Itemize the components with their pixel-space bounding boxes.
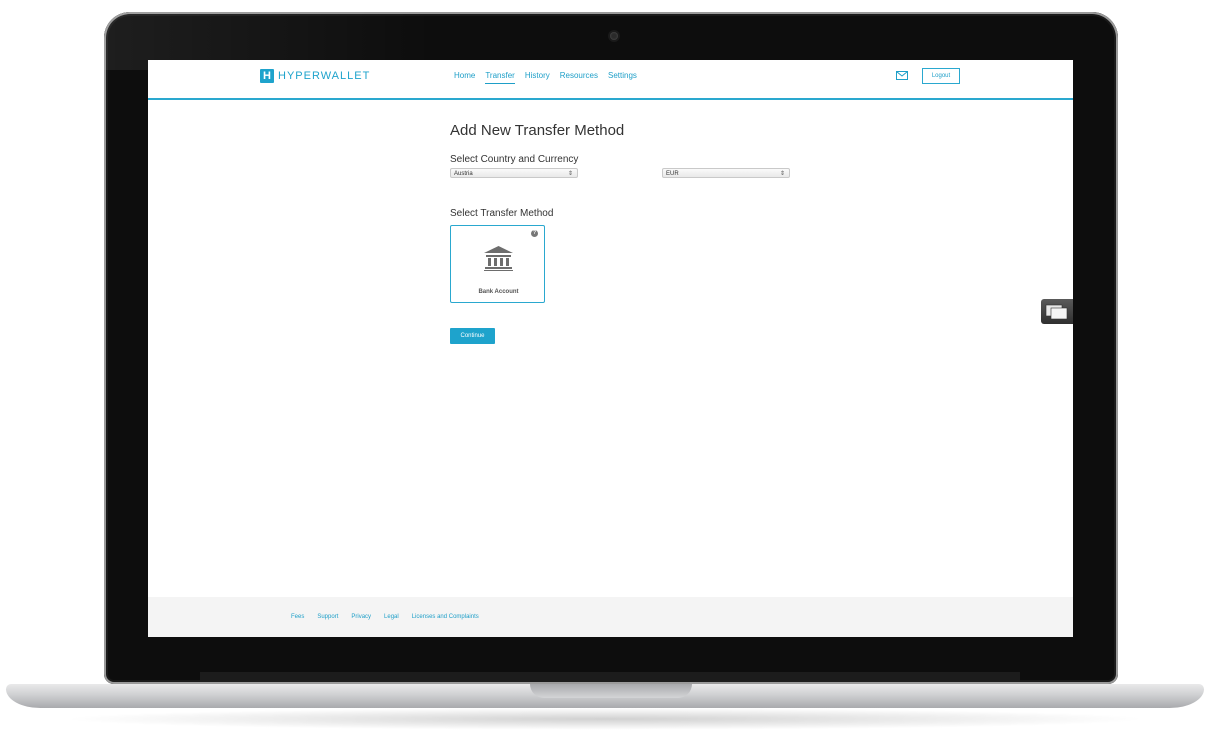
currency-select-value: EUR [666, 171, 679, 177]
logo[interactable]: H HYPERWALLET [260, 69, 370, 83]
footer: Fees Support Privacy Legal Licenses and … [148, 597, 1073, 637]
footer-link-legal[interactable]: Legal [384, 614, 399, 620]
nav-resources[interactable]: Resources [560, 71, 598, 84]
transfer-method-heading: Select Transfer Method [450, 208, 554, 219]
nav-history[interactable]: History [525, 71, 550, 84]
screen: H HYPERWALLET Home Transfer History Reso… [148, 60, 1073, 637]
country-currency-heading: Select Country and Currency [450, 154, 579, 165]
select-arrow-icon: ⇕ [779, 171, 785, 177]
footer-links: Fees Support Privacy Legal Licenses and … [291, 614, 479, 620]
laptop-shadow [60, 708, 1150, 730]
bank-account-label: Bank Account [478, 289, 519, 295]
laptop-base-notch [530, 684, 692, 698]
select-arrow-icon: ⇕ [567, 171, 573, 177]
currency-select[interactable]: EUR ⇕ [662, 168, 790, 178]
main-nav: Home Transfer History Resources Settings [454, 71, 637, 84]
bank-icon [484, 246, 513, 271]
main-content: Add New Transfer Method Select Country a… [450, 122, 790, 344]
logo-text: HYPERWALLET [278, 70, 371, 82]
continue-button[interactable]: Continue [450, 328, 495, 344]
country-select[interactable]: Austria ⇕ [450, 168, 578, 178]
nav-settings[interactable]: Settings [608, 71, 637, 84]
mail-icon[interactable] [896, 71, 908, 80]
footer-link-fees[interactable]: Fees [291, 614, 304, 620]
page-title: Add New Transfer Method [450, 122, 625, 139]
footer-link-support[interactable]: Support [317, 614, 338, 620]
logo-mark-icon: H [260, 69, 274, 83]
nav-transfer[interactable]: Transfer [485, 71, 515, 84]
help-icon[interactable]: ? [531, 230, 538, 237]
header: H HYPERWALLET Home Transfer History Reso… [148, 60, 1073, 100]
camera-icon [610, 32, 618, 40]
footer-link-privacy[interactable]: Privacy [351, 614, 371, 620]
nav-home[interactable]: Home [454, 71, 475, 84]
footer-link-licenses[interactable]: Licenses and Complaints [412, 614, 479, 620]
country-select-value: Austria [454, 171, 473, 177]
logout-button[interactable]: Logout [922, 68, 960, 84]
chat-icon [1045, 304, 1068, 320]
bank-account-card[interactable]: ? Bank Account [450, 225, 545, 303]
bottom-bezel [200, 672, 1020, 682]
chat-tab[interactable] [1041, 299, 1073, 324]
